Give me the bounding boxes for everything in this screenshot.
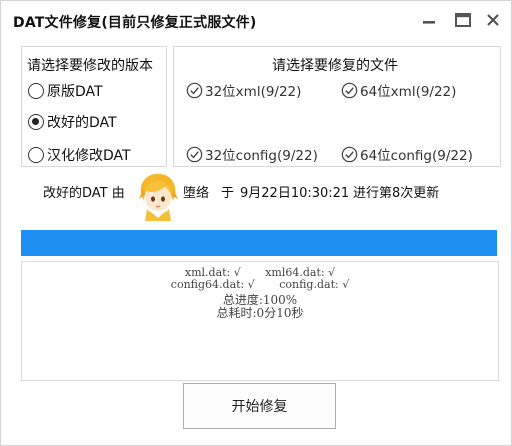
radio-label: 原版DAT: [47, 84, 103, 100]
status-suffix: 进行第8次更新: [353, 186, 440, 201]
anime-avatar-icon[interactable]: [135, 171, 181, 221]
update-status: 改好的DAT 由 堕络 于 9月22日10:30:21 进行第8次更新: [43, 171, 483, 221]
check-circle-icon: [186, 82, 203, 98]
maximize-button[interactable]: [450, 7, 476, 33]
status-time: 9月22日10:30:21: [240, 186, 350, 201]
check-circle-icon: [186, 146, 203, 162]
status-author: 堕络: [183, 186, 210, 201]
radio-circle: [28, 147, 44, 163]
status-at: 于: [221, 186, 235, 201]
radio-modified-dat[interactable]: 改好的DAT: [28, 112, 117, 132]
status-prefix: 改好的DAT 由: [43, 186, 125, 201]
radio-label: 汉化修改DAT: [47, 148, 131, 164]
radio-localized-dat[interactable]: 汉化修改DAT: [28, 145, 131, 165]
checkbox-32-config[interactable]: 32位config(9/22): [186, 144, 318, 164]
close-icon: [487, 14, 499, 26]
log-line: config64.dat: √ config.dat: √: [170, 278, 350, 291]
radio-label: 改好的DAT: [47, 115, 117, 131]
title-bar[interactable]: DAT文件修复(目前只修复正式服文件): [1, 1, 511, 39]
check-circle-icon: [341, 82, 358, 98]
radio-circle: [28, 83, 44, 99]
log-line: 总耗时:0分10秒: [216, 306, 304, 320]
files-group: 请选择要修复的文件 32位xml(9/22) 64位xml(9/22) 32位c…: [173, 46, 501, 167]
version-group: 请选择要修改的版本 原版DAT 改好的DAT 汉化修改DAT: [21, 46, 167, 167]
checkbox-label: 32位xml(9/22): [205, 84, 302, 100]
dat-repair-window: DAT文件修复(目前只修复正式服文件) 请选择要修改的版本 原版DAT 改好的D…: [0, 0, 512, 446]
checkbox-label: 64位config(9/22): [360, 148, 473, 164]
checkbox-label: 64位xml(9/22): [360, 84, 457, 100]
log-output: xml.dat: √ xml64.dat: √ config64.dat: √ …: [21, 261, 499, 381]
checkbox-64-xml[interactable]: 64位xml(9/22): [341, 80, 456, 100]
files-group-title: 请选择要修复的文件: [272, 58, 398, 74]
progress-fill: [21, 230, 497, 256]
radio-original-dat[interactable]: 原版DAT: [28, 81, 103, 101]
window-title: DAT文件修复(目前只修复正式服文件): [13, 15, 257, 31]
progress-bar: [21, 230, 497, 256]
minimize-button[interactable]: [416, 7, 442, 33]
check-circle-icon: [341, 146, 358, 162]
close-button[interactable]: [480, 7, 506, 33]
radio-circle-checked: [28, 114, 44, 130]
checkbox-64-config[interactable]: 64位config(9/22): [341, 144, 473, 164]
checkbox-32-xml[interactable]: 32位xml(9/22): [186, 80, 301, 100]
checkbox-label: 32位config(9/22): [205, 148, 318, 164]
start-repair-button[interactable]: 开始修复: [183, 383, 336, 429]
minimize-icon: [423, 21, 435, 24]
maximize-icon: [455, 13, 471, 27]
version-group-title: 请选择要修改的版本: [27, 58, 153, 74]
